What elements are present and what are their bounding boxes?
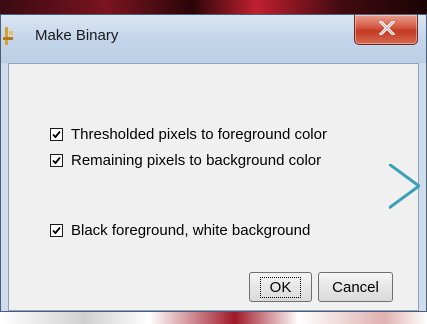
option-label: Thresholded pixels to foreground color	[71, 125, 327, 143]
checkmark-icon	[52, 226, 61, 234]
option-label: Remaining pixels to background color	[71, 151, 322, 169]
option-thresholded-foreground[interactable]: Thresholded pixels to foreground color	[50, 124, 327, 144]
cancel-button-label: Cancel	[332, 278, 379, 296]
option-black-foreground[interactable]: Black foreground, white background	[50, 220, 310, 240]
close-icon	[379, 21, 395, 35]
checkbox-remaining-background[interactable]	[50, 153, 63, 167]
background-bottom	[0, 312, 427, 324]
app-icon	[3, 25, 17, 47]
checkbox-thresholded-foreground[interactable]	[50, 127, 63, 141]
close-button[interactable]	[354, 15, 418, 45]
checkmark-icon	[52, 156, 61, 164]
dialog-title: Make Binary	[35, 27, 119, 44]
option-label: Black foreground, white background	[71, 221, 311, 239]
cancel-button[interactable]: Cancel	[318, 272, 393, 302]
option-remaining-background[interactable]: Remaining pixels to background color	[50, 150, 321, 170]
dialog-content: Thresholded pixels to foreground color R…	[8, 63, 420, 311]
title-bar[interactable]: Make Binary	[1, 15, 426, 63]
chevron-decoration-icon	[389, 164, 420, 210]
ok-button-label: OK	[259, 276, 302, 298]
checkmark-icon	[52, 130, 61, 138]
ok-button[interactable]: OK	[249, 272, 312, 302]
checkbox-black-foreground[interactable]	[50, 223, 63, 237]
make-binary-dialog: Make Binary Thresholded pixels to foregr…	[0, 14, 427, 312]
background-top	[0, 0, 427, 14]
